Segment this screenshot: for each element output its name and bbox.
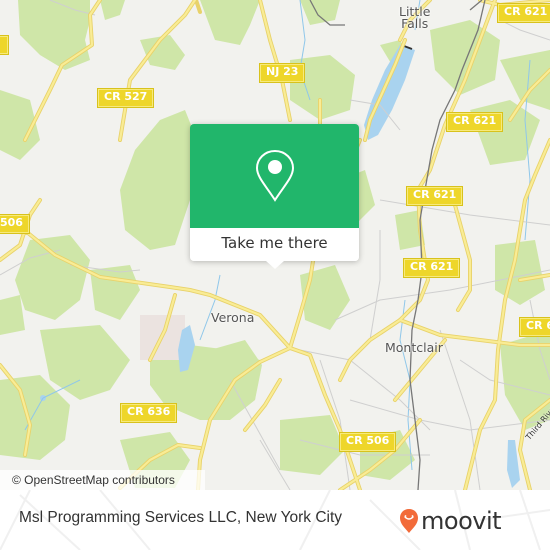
map-pin-icon xyxy=(255,149,295,202)
location-popup[interactable]: Take me there xyxy=(190,124,359,269)
moovit-pin-icon xyxy=(400,509,418,533)
place-label-verona: Verona xyxy=(211,310,255,325)
moovit-logo[interactable]: moovit xyxy=(399,505,502,537)
road-shield-cr-621: CR 621 xyxy=(445,112,504,132)
place-label-line: Falls xyxy=(401,16,429,31)
road-shield-text: CR 621 xyxy=(410,260,454,273)
road-shield-cr-636: CR 636 xyxy=(119,403,178,423)
road-shield-text: NJ 23 xyxy=(266,65,299,78)
popup-pointer xyxy=(266,261,284,269)
road-shield-partial xyxy=(0,35,9,55)
moovit-wordmark: moovit xyxy=(421,507,502,535)
road-shield-text: CR 506 xyxy=(346,434,390,447)
road-shield-text: CR 527 xyxy=(104,90,148,103)
popup-header[interactable] xyxy=(190,124,359,228)
place-label-text: Verona xyxy=(211,310,255,325)
place-title: Msl Programming Services LLC, New York C… xyxy=(19,509,343,526)
road-shield-cr-621: CR 621 xyxy=(496,3,550,23)
road-shield-cr-506: CR 506 xyxy=(338,432,397,452)
road-shield-cr-506: 506 xyxy=(0,214,30,234)
road-shield-nj-23: NJ 23 xyxy=(258,63,306,83)
place-label-text: Montclair xyxy=(385,340,443,355)
road-shield-text: CR 621 xyxy=(413,188,457,201)
take-me-there-label: Take me there xyxy=(221,234,328,252)
place-label-little-falls: Little Falls xyxy=(399,5,430,31)
road-shield-text: CR 621 xyxy=(453,114,497,127)
map-attribution[interactable]: © OpenStreetMap contributors xyxy=(0,470,205,490)
road-shield-cr-621: CR 6 xyxy=(518,317,550,337)
road-shield-text: CR 621 xyxy=(504,5,548,18)
map-view[interactable]: Little Falls Verona Montclair Third Rive… xyxy=(0,0,550,490)
place-label-montclair: Montclair xyxy=(385,340,443,355)
road-shield-text: CR 6 xyxy=(526,319,550,332)
attribution-text[interactable]: © OpenStreetMap contributors xyxy=(12,473,175,487)
road-shield-text: CR 636 xyxy=(127,405,171,418)
road-shield-cr-621: CR 621 xyxy=(402,258,461,278)
take-me-there-button[interactable]: Take me there xyxy=(190,228,359,261)
road-shield-cr-527: CR 527 xyxy=(96,88,155,108)
footer-bar: Msl Programming Services LLC, New York C… xyxy=(0,490,550,550)
road-shield-text: 506 xyxy=(0,216,23,229)
road-shield-cr-621: CR 621 xyxy=(405,186,464,206)
